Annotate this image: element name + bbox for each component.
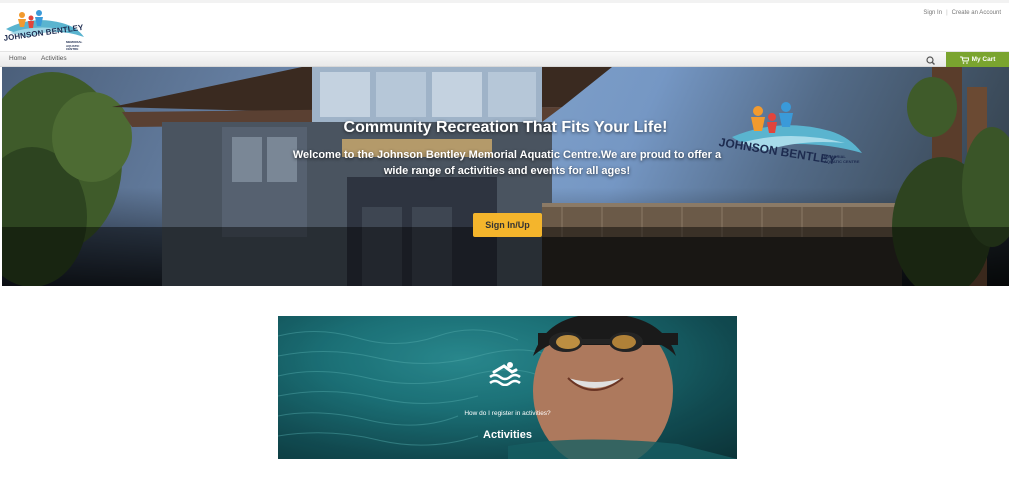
search-icon[interactable] (924, 54, 938, 66)
create-account-link[interactable]: Create an Account (952, 10, 1001, 16)
card-question[interactable]: How do I register in activities? (278, 410, 737, 417)
logo-subtext: MEMORIAL AQUATIC CENTRE (66, 40, 83, 51)
hero-title: Community Recreation That Fits Your Life… (343, 119, 668, 136)
nav-item-activities[interactable]: Activities (41, 55, 67, 62)
main-nav: Home Activities My Cart (0, 51, 1009, 67)
hero-banner: JOHNSON BENTLEY MEMORIAL AQUATIC CENTRE … (2, 67, 1009, 286)
sign-in-up-button[interactable]: Sign In/Up (473, 213, 542, 237)
sign-in-link[interactable]: Sign In (923, 10, 942, 16)
sign-logo-subtext: MEMORIAL AQUATIC CENTRE (824, 154, 860, 164)
activities-card[interactable]: How do I register in activities? Activit… (278, 316, 737, 459)
hero-subtitle: Welcome to the Johnson Bentley Memorial … (292, 149, 722, 177)
card-title[interactable]: Activities (278, 429, 737, 441)
nav-item-home[interactable]: Home (9, 55, 26, 62)
site-logo[interactable]: JOHNSON BENTLEY MEMORIAL AQUATIC CENTRE (2, 7, 88, 51)
my-cart-button[interactable]: My Cart (946, 52, 1009, 67)
cart-icon (959, 56, 969, 64)
site-header: JOHNSON BENTLEY MEMORIAL AQUATIC CENTRE … (0, 0, 1009, 51)
swimmer-icon (488, 360, 524, 387)
cart-label: My Cart (971, 56, 996, 63)
account-links: Sign In | Create an Account (923, 10, 1001, 16)
link-separator: | (946, 10, 948, 16)
